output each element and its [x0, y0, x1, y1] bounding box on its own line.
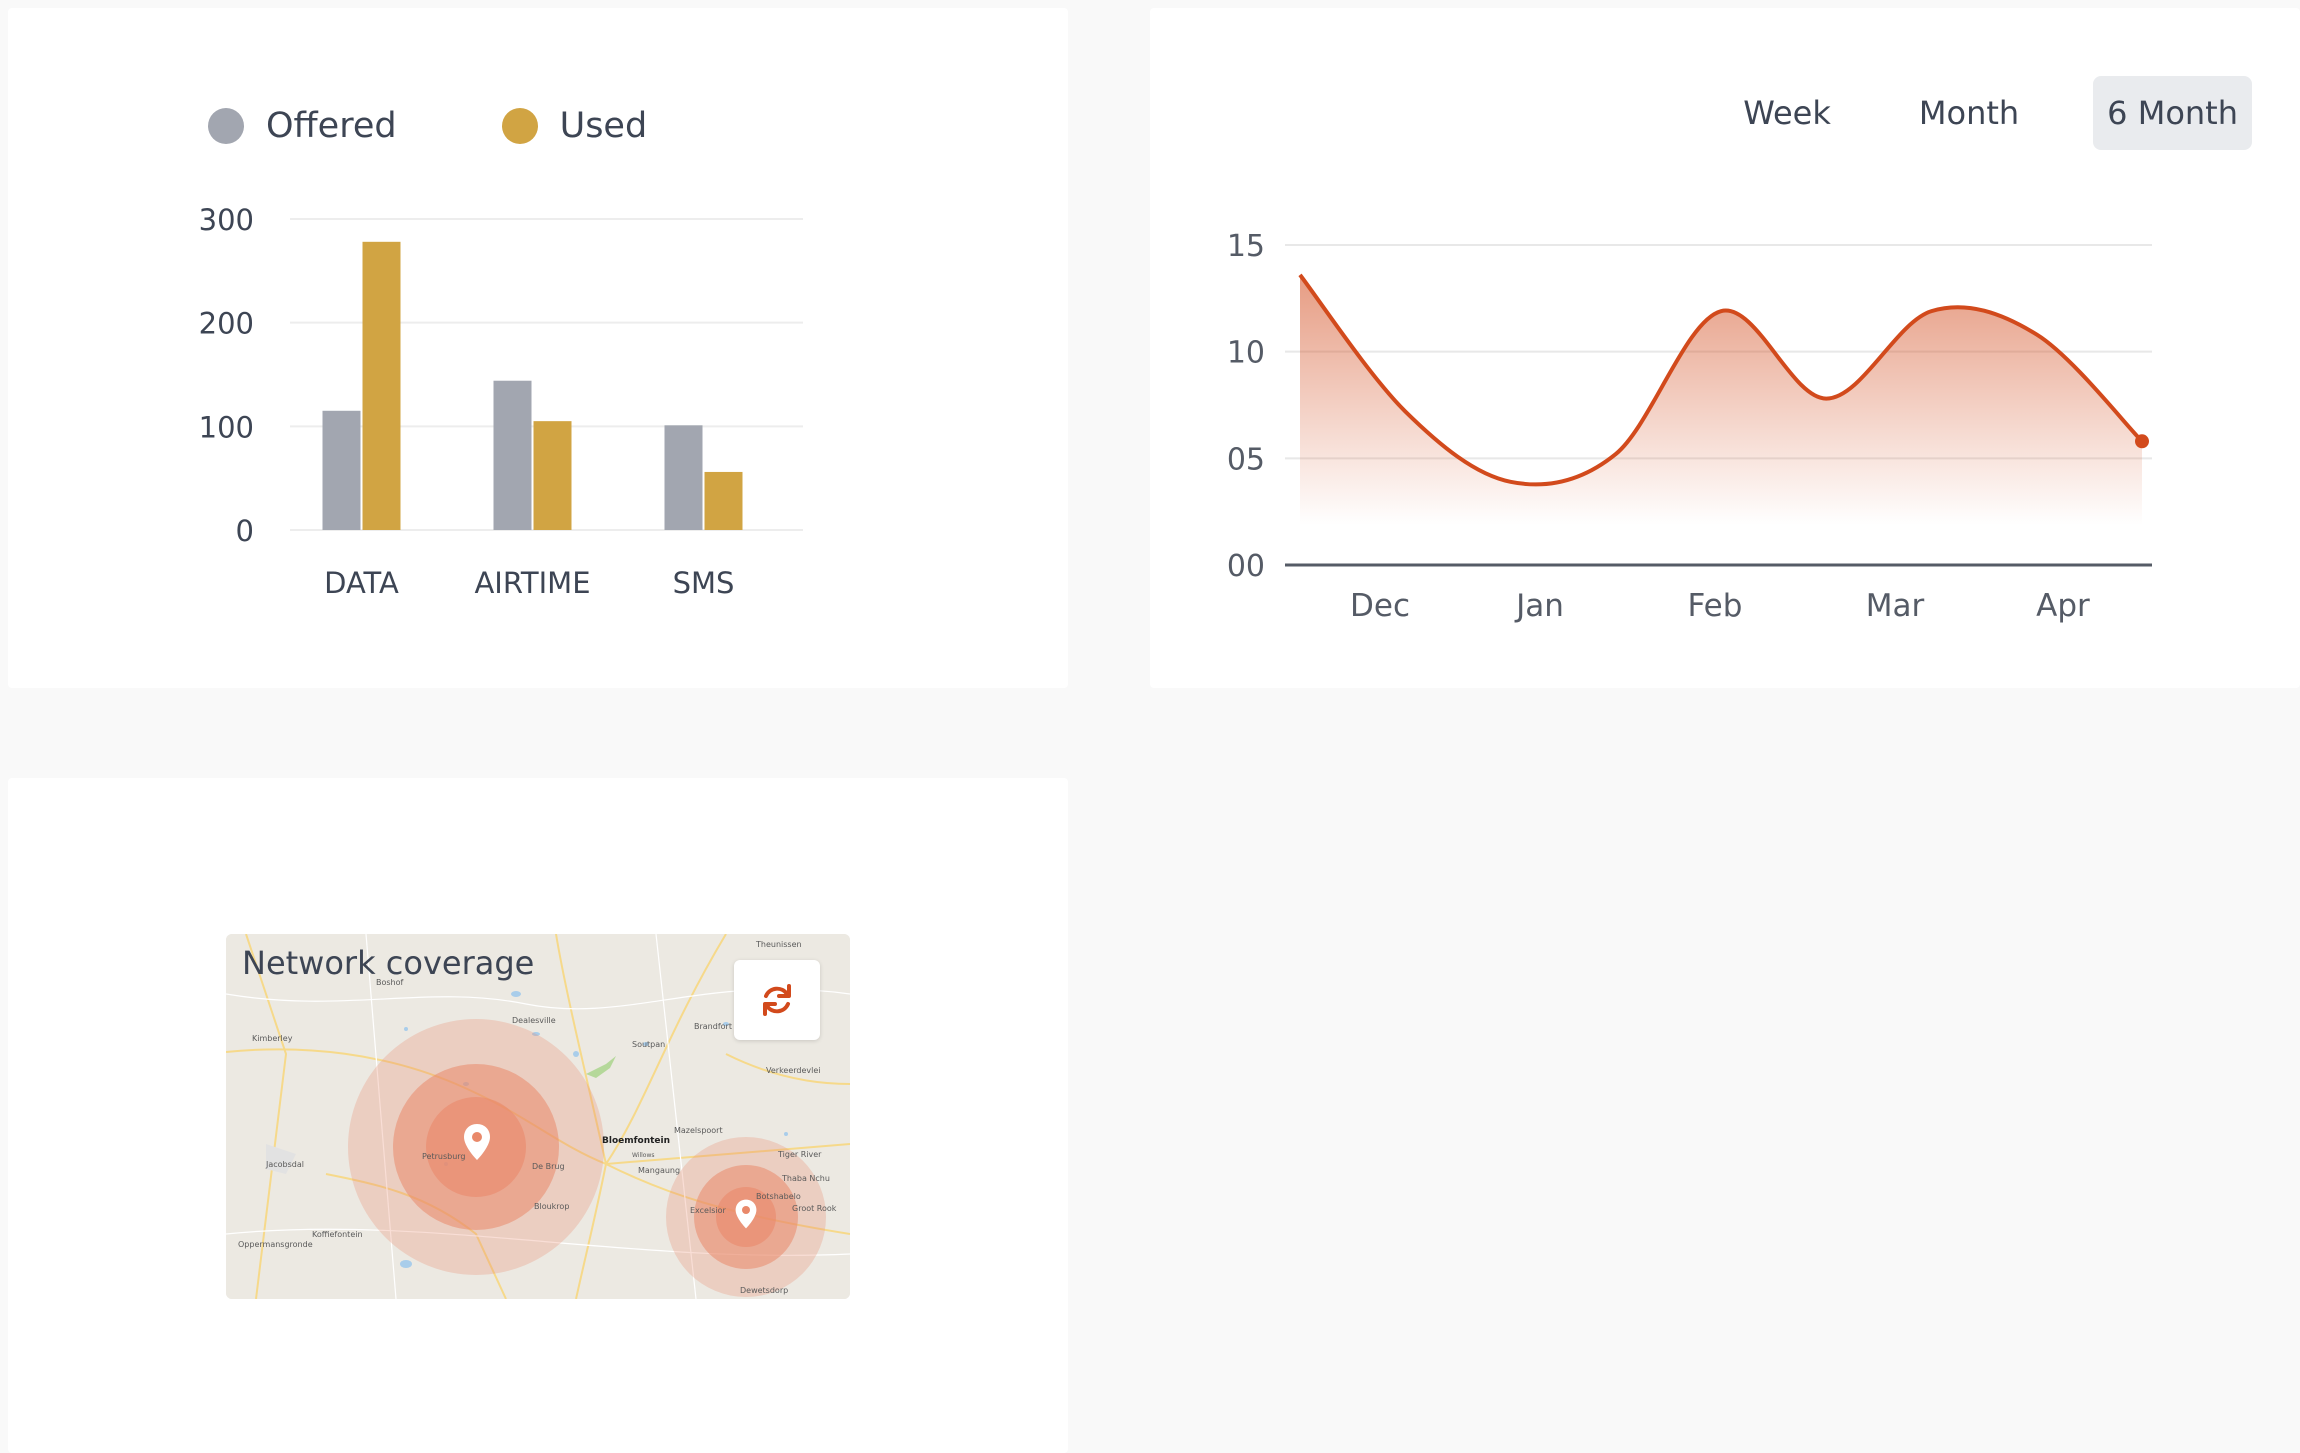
- map-label-de-brug: De Brug: [532, 1162, 565, 1171]
- map-label-mangaung: Mangaung: [638, 1166, 681, 1175]
- line-x-tick-label: Apr: [2036, 588, 2090, 624]
- line-chart: 00 05 10 15 Dec Jan Feb Mar Apr: [1227, 229, 2152, 624]
- refresh-icon: [763, 984, 791, 1016]
- bar-y-tick-label: 0: [236, 514, 254, 548]
- trend-line-chart-card: Week Month 6 Month 00 05 10 15 Dec Jan Feb Mar A…: [1150, 8, 2300, 688]
- line-y-tick-label: 10: [1227, 336, 1265, 371]
- map-label-koffiefontein: Koffiefontein: [312, 1230, 363, 1239]
- map-label-excelsior: Excelsior: [690, 1206, 726, 1215]
- map-label-bloukrop: Bloukrop: [534, 1202, 570, 1211]
- map-pin-icon[interactable]: [462, 1122, 492, 1162]
- map-label-groot-rook: Groot Rook: [792, 1204, 837, 1213]
- line-end-point[interactable]: [2135, 434, 2149, 449]
- map-label-soutpan: Soutpan: [632, 1040, 666, 1049]
- line-y-tick-label: 15: [1227, 229, 1265, 264]
- bar-used-airtime[interactable]: [533, 421, 572, 530]
- map-label-kimberley: Kimberley: [252, 1034, 293, 1043]
- bar-offered-data[interactable]: [322, 410, 361, 530]
- line-y-tick-label: 05: [1227, 442, 1265, 477]
- map-label-botshabelo: Botshabelo: [756, 1192, 801, 1201]
- map-label-dewetsdorp: Dewetsdorp: [740, 1286, 789, 1295]
- map-label-mazelspoort: Mazelspoort: [674, 1126, 723, 1135]
- line-x-tick-label: Jan: [1514, 588, 1564, 624]
- coverage-map[interactable]: Kimberley Bloemfontein Dealesville Brand…: [226, 934, 850, 1299]
- bar-x-tick-label: DATA: [324, 566, 399, 600]
- usage-bar-chart-card: Offered Used 0 100 200 300 DATA AIRTIME SMS: [8, 8, 1068, 688]
- map-label-petrusburg: Petrusburg: [422, 1152, 466, 1161]
- map-label-tiger-river: Tiger River: [778, 1150, 822, 1159]
- refresh-button[interactable]: [734, 960, 820, 1040]
- bar-chart: 0 100 200 300 DATA AIRTIME SMS: [199, 203, 803, 600]
- line-x-tick-label: Feb: [1688, 588, 1743, 624]
- bar-y-tick-label: 300: [199, 203, 254, 237]
- line-y-tick-label: 00: [1227, 549, 1265, 584]
- bar-y-tick-label: 100: [199, 410, 254, 444]
- map-label-bloemfontein: Bloemfontein: [602, 1136, 671, 1146]
- map-label-willows: Willows: [632, 1152, 655, 1159]
- map-label-dealesville: Dealesville: [512, 1016, 556, 1025]
- bar-x-tick-label: AIRTIME: [474, 566, 590, 600]
- map-pin-icon[interactable]: [734, 1198, 758, 1230]
- map-label-jacobsdal: Jacobsdal: [266, 1160, 305, 1169]
- map-label-theunissen: Theunissen: [756, 940, 802, 949]
- bar-x-tick-label: SMS: [673, 566, 735, 600]
- map-label-verkeerdevlei: Verkeerdevlei: [766, 1066, 821, 1075]
- line-x-tick-label: Dec: [1350, 588, 1410, 624]
- bar-offered-airtime[interactable]: [493, 380, 532, 530]
- bar-used-data[interactable]: [362, 241, 401, 530]
- network-coverage-card: Kimberley Bloemfontein Dealesville Brand…: [8, 778, 1068, 1453]
- bar-y-tick-label: 200: [199, 307, 254, 341]
- bar-offered-sms[interactable]: [664, 425, 703, 530]
- map-label-brandfort: Brandfort: [694, 1022, 732, 1031]
- map-label-thaba-nchu: Thaba Nchu: [782, 1174, 830, 1183]
- bar-used-sms[interactable]: [704, 471, 743, 530]
- line-x-tick-label: Mar: [1866, 588, 1925, 624]
- map-title: Network coverage: [242, 944, 535, 982]
- map-label-oppermansgronde: Oppermansgronde: [238, 1240, 313, 1249]
